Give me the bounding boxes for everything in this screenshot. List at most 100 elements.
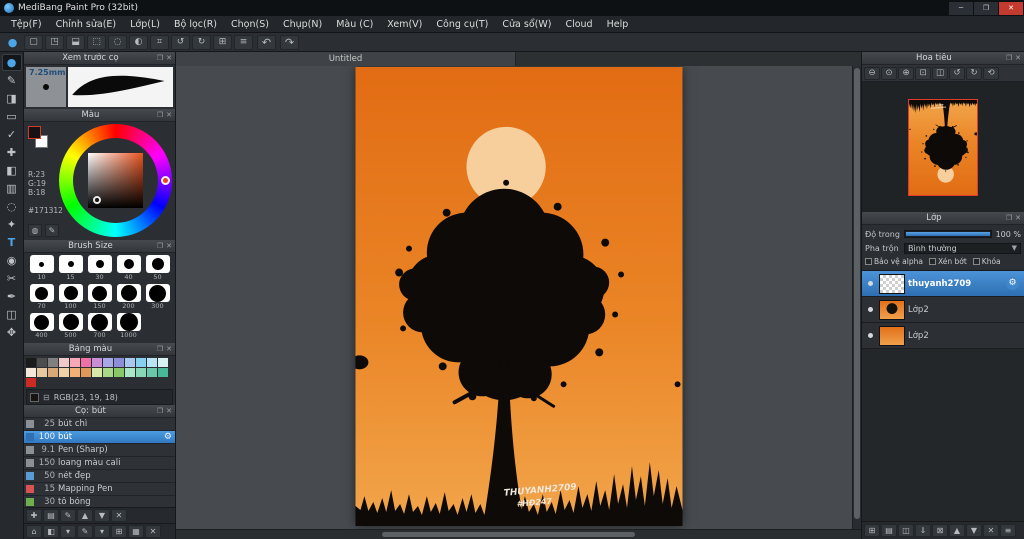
cursor-dropdown-icon[interactable]: ▾ (94, 525, 110, 538)
float-panel-icon[interactable]: ❐ (1006, 214, 1012, 222)
foreground-color-swatch[interactable] (28, 126, 41, 139)
color-wheel-mode-icon[interactable]: ◍ (28, 224, 42, 237)
float-panel-icon[interactable]: ❐ (157, 54, 163, 62)
brush-size-preset[interactable]: 700 (85, 313, 114, 341)
vertical-scrollbar[interactable] (852, 66, 861, 529)
brush-cursor-icon[interactable]: ✎ (77, 525, 93, 538)
edit-brush-icon[interactable]: ✎ (60, 509, 76, 522)
brush-size-preset[interactable]: 100 (56, 284, 85, 312)
menu-item[interactable]: Chụp(N) (276, 19, 329, 30)
add-brush-icon[interactable]: ✚ (26, 509, 42, 522)
crop-icon[interactable]: ⌗ (150, 34, 169, 50)
canvas[interactable] (355, 67, 682, 526)
close-panel-icon[interactable]: ✕ (166, 407, 172, 415)
invert-selection-icon[interactable]: ◐ (129, 34, 148, 50)
brush-size-preset[interactable]: 1000 (114, 313, 143, 341)
rect-select-tool[interactable]: ▭ (2, 108, 22, 125)
palette-swatch[interactable] (70, 358, 80, 367)
select-pen-tool[interactable]: ✓ (2, 126, 22, 143)
magic-wand-tool[interactable]: ✦ (2, 216, 22, 233)
layer-settings-icon[interactable]: ⚙ (1006, 277, 1019, 290)
palette-swatch[interactable] (37, 368, 47, 377)
palette-swatch[interactable] (136, 368, 146, 377)
main-color-icon[interactable]: ● (3, 35, 22, 50)
close-panel-icon[interactable]: ✕ (166, 242, 172, 250)
checkbox-icon[interactable] (972, 258, 980, 265)
palette-swatch[interactable] (59, 368, 69, 377)
lasso-tool[interactable]: ◌ (2, 198, 22, 215)
text-tool[interactable]: T (2, 234, 22, 251)
color-wheel[interactable] (59, 124, 172, 237)
current-color-swatch[interactable] (30, 392, 39, 402)
layer-visibility-icon[interactable] (868, 307, 873, 312)
Lớp2[interactable]: Lớp2 ⚙ (862, 323, 1024, 349)
layer-option-checkbox[interactable]: Xén bớt (928, 257, 967, 266)
float-panel-icon[interactable]: ❐ (1006, 54, 1012, 62)
layer-down-icon[interactable]: ▼ (966, 524, 982, 537)
reset-view-icon[interactable]: ⟲ (983, 66, 999, 80)
palette-swatch[interactable] (26, 378, 36, 387)
color-slider-mode-icon[interactable]: ✎ (45, 224, 59, 237)
rotate-right-icon[interactable]: ↻ (966, 66, 982, 80)
brush-size-preset[interactable]: 70 (27, 284, 56, 312)
palette-swatch[interactable] (26, 358, 36, 367)
tô bóng[interactable]: 30 tô bóng ⚙ (24, 496, 175, 507)
move-tool[interactable]: ✚ (2, 144, 22, 161)
brush-down-icon[interactable]: ▼ (94, 509, 110, 522)
layer-option-checkbox[interactable]: Khóa (972, 257, 1001, 266)
brush-size-preset[interactable]: 300 (143, 284, 172, 312)
select-all-icon[interactable]: ⬚ (87, 34, 106, 50)
palette-swatch[interactable] (92, 368, 102, 377)
palette-swatch[interactable] (37, 358, 47, 367)
Lớp2[interactable]: Lớp2 ⚙ (862, 297, 1024, 323)
hand-tool[interactable]: ✥ (2, 324, 22, 341)
brush-up-icon[interactable]: ▲ (77, 509, 93, 522)
layer-menu-icon[interactable]: ≡ (1000, 524, 1016, 537)
menu-item[interactable]: Màu (C) (329, 19, 380, 30)
layer-up-icon[interactable]: ▲ (949, 524, 965, 537)
gradient-tool[interactable]: ▥ (2, 180, 22, 197)
palette-swatch[interactable] (158, 368, 168, 377)
palette-swatch[interactable] (114, 358, 124, 367)
brush-tool[interactable]: ● (1, 54, 22, 71)
clear-layer-icon[interactable]: ⊠ (932, 524, 948, 537)
thuyanh2709[interactable]: thuyanh2709 ⚙ (862, 271, 1024, 297)
fg-bg-swap-icon[interactable]: ◧ (43, 525, 59, 538)
ruler-icon[interactable]: ≡ (234, 34, 253, 50)
nét đẹp[interactable]: 50 nét đẹp ⚙ (24, 470, 175, 483)
checkbox-icon[interactable] (928, 258, 936, 265)
swap-dropdown-icon[interactable]: ▾ (60, 525, 76, 538)
horizontal-scroll-thumb[interactable] (381, 532, 635, 537)
opacity-slider[interactable] (904, 230, 992, 238)
close-panel-icon[interactable]: ✕ (166, 345, 172, 353)
layer-thumbnail[interactable] (879, 325, 905, 346)
brush-size-preset[interactable]: 10 (27, 255, 56, 283)
vertical-scroll-thumb[interactable] (854, 68, 860, 519)
merge-down-icon[interactable]: ⇓ (915, 524, 931, 537)
actual-size-icon[interactable]: ◫ (932, 66, 948, 80)
zoom-in-icon[interactable]: ⊕ (898, 66, 914, 80)
palette-swatch[interactable] (48, 368, 58, 377)
checkbox-icon[interactable] (865, 258, 872, 265)
menu-item[interactable]: Lớp(L) (123, 19, 167, 30)
hue-marker[interactable] (161, 176, 170, 185)
Pen (Sharp)[interactable]: 9.1 Pen (Sharp) ⚙ (24, 444, 175, 457)
palette-swatch[interactable] (147, 358, 157, 367)
palette-swatch[interactable] (70, 368, 80, 377)
palette-swatch[interactable] (26, 368, 36, 377)
menu-item[interactable]: Công cụ(T) (429, 19, 495, 30)
new-folder-icon[interactable]: ▤ (881, 524, 897, 537)
layer-thumbnail[interactable] (879, 299, 905, 320)
bút chì[interactable]: 25 bút chì ⚙ (24, 418, 175, 431)
rotate-left-icon[interactable]: ↺ (171, 34, 190, 50)
palette-swatch[interactable] (114, 368, 124, 377)
palette-swatch[interactable] (147, 368, 157, 377)
rotate-left-icon[interactable]: ↺ (949, 66, 965, 80)
deselect-icon[interactable]: ◌ (108, 34, 127, 50)
menu-item[interactable]: Bộ lọc(R) (167, 19, 224, 30)
menu-item[interactable]: Cửa sổ(W) (495, 19, 558, 30)
grid-icon[interactable]: ⊞ (213, 34, 232, 50)
palette-swatch[interactable] (136, 358, 146, 367)
grid-toggle-icon[interactable]: ⊞ (111, 525, 127, 538)
palette-swatch[interactable] (103, 368, 113, 377)
